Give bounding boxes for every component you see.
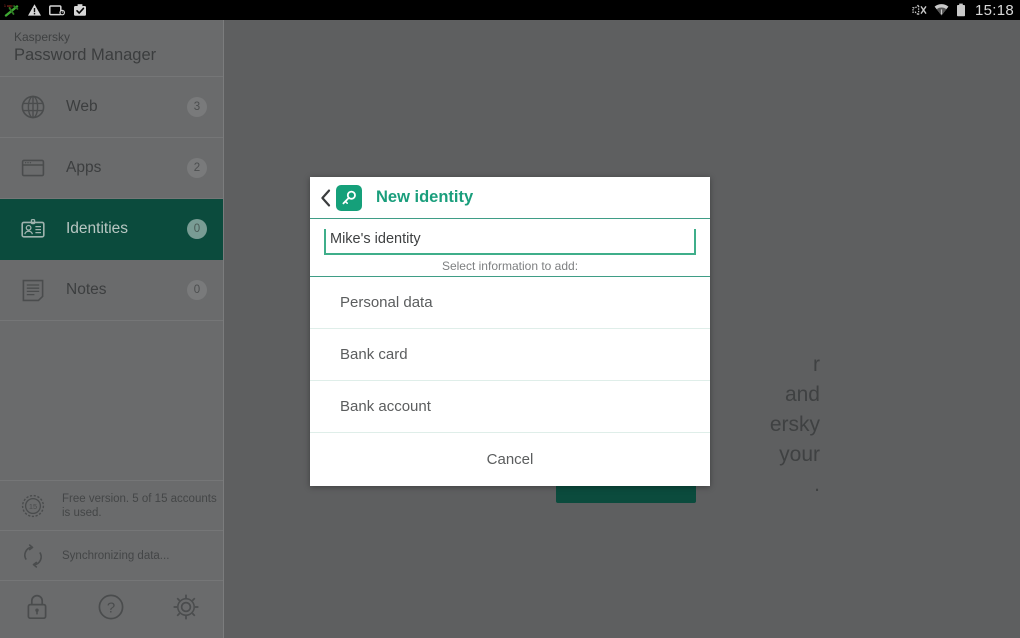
sidebar-item-badge: 0 — [187, 280, 207, 300]
svg-text:?: ? — [107, 599, 115, 616]
sync-status-row[interactable]: Synchronizing data... — [0, 530, 223, 580]
settings-button[interactable] — [149, 581, 223, 638]
option-label: Personal data — [340, 294, 433, 311]
sidebar-item-label: Identities — [66, 220, 129, 237]
option-label: Bank account — [340, 398, 431, 415]
lock-icon — [22, 591, 52, 628]
status-bar-right-icons: 15:18 — [911, 2, 1014, 19]
sidebar-item-badge: 3 — [187, 97, 207, 117]
identity-name-input[interactable] — [324, 229, 696, 255]
lock-button[interactable] — [0, 581, 74, 638]
option-label: Bank card — [340, 346, 408, 363]
sync-refresh-icon — [18, 541, 48, 571]
sidebar-item-label: Apps — [66, 159, 102, 176]
sidebar-item-badge: 0 — [187, 219, 207, 239]
identity-name-field-wrapper — [310, 219, 710, 255]
sync-status-text: Synchronizing data... — [62, 549, 170, 562]
vibrate-mute-icon — [912, 3, 927, 17]
sidebar-footer: 15 Free version. 5 of 15 accounts is use… — [0, 480, 223, 638]
wifi-icon — [934, 4, 949, 16]
new-identity-dialog: New identity Select information to add: … — [310, 177, 710, 486]
app-screen: 1 app 15:18 Kaspersky Password Manager W… — [0, 0, 1020, 638]
sidebar: Kaspersky Password Manager Web 3 Apps 2 … — [0, 20, 224, 638]
dialog-header: New identity — [310, 177, 710, 219]
sidebar-item-apps[interactable]: Apps 2 — [0, 138, 223, 199]
window-icon — [18, 153, 48, 183]
warning-triangle-icon — [28, 4, 41, 16]
sidebar-item-badge: 2 — [187, 158, 207, 178]
battery-icon — [956, 3, 965, 17]
sidebar-item-identities[interactable]: Identities 0 — [0, 199, 223, 260]
sidebar-item-label: Web — [66, 98, 98, 115]
brand-name: Kaspersky — [14, 30, 71, 44]
back-chevron-icon[interactable] — [318, 187, 334, 209]
option-personal-data[interactable]: Personal data — [310, 277, 710, 329]
cancel-button[interactable]: Cancel — [310, 433, 710, 486]
help-question-icon: ? — [95, 591, 127, 628]
key-icon — [336, 184, 362, 211]
license-seal-15-icon: 15 — [18, 491, 48, 521]
sidebar-item-label: Notes — [66, 281, 107, 298]
dialog-title: New identity — [376, 188, 474, 206]
sidebar-item-web[interactable]: Web 3 — [0, 77, 223, 138]
select-info-hint: Select information to add: — [310, 255, 710, 277]
globe-icon — [18, 92, 48, 122]
svg-text:1 app: 1 app — [4, 4, 13, 8]
screen-timeout-icon — [49, 4, 65, 15]
option-bank-account[interactable]: Bank account — [310, 381, 710, 433]
task-check-icon — [74, 4, 86, 16]
help-button[interactable]: ? — [74, 581, 148, 638]
status-bar-clock: 15:18 — [974, 1, 1014, 19]
notes-icon — [18, 275, 48, 305]
sidebar-tool-row: ? — [0, 580, 223, 638]
status-bar: 1 app 15:18 — [0, 0, 1020, 20]
id-card-icon — [18, 214, 48, 244]
cancel-label: Cancel — [486, 451, 534, 468]
kaspersky-icon: 1 app — [4, 4, 19, 17]
license-seal-number: 15 — [29, 502, 37, 511]
option-bank-card[interactable]: Bank card — [310, 329, 710, 381]
settings-gear-icon — [170, 591, 202, 628]
sidebar-brand-header: Kaspersky Password Manager — [0, 20, 223, 77]
brand-product: Password Manager — [14, 46, 157, 64]
license-status-row[interactable]: 15 Free version. 5 of 15 accounts is use… — [0, 480, 223, 530]
license-status-text: Free version. 5 of 15 accounts is used. — [62, 492, 217, 519]
sidebar-item-notes[interactable]: Notes 0 — [0, 260, 223, 321]
status-bar-left-icons: 1 app — [4, 3, 87, 17]
